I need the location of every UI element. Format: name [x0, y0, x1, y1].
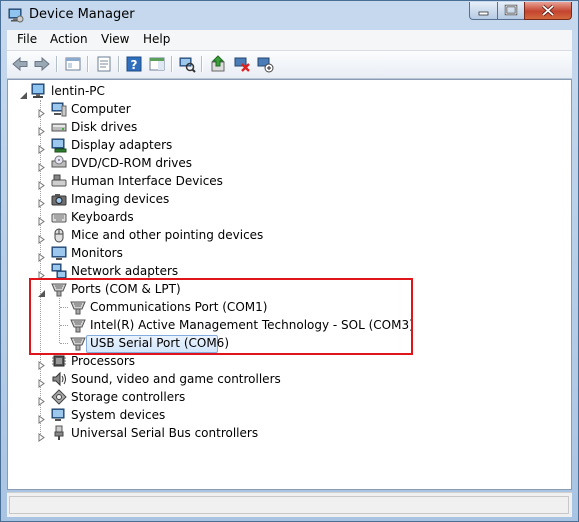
device-tree[interactable]: lentin-PC Computer Disk drives Display a…	[7, 79, 572, 490]
title-bar[interactable]: Device Manager	[1, 1, 578, 29]
monitor-icon	[51, 245, 67, 261]
expand-icon[interactable]	[37, 195, 46, 208]
status-bar	[7, 492, 572, 517]
device-manager-window: Device Manager File Action View Help ? l…	[0, 0, 579, 522]
expand-icon[interactable]	[37, 393, 46, 406]
expand-icon[interactable]	[37, 213, 46, 226]
tree-category-label: Sound, video and game controllers	[71, 372, 281, 386]
tree-category-label: Mice and other pointing devices	[71, 228, 264, 242]
expand-icon[interactable]	[37, 411, 46, 424]
tree-category-dvd[interactable]: DVD/CD-ROM drives	[8, 154, 568, 172]
tree-category-display-adapters[interactable]: Display adapters	[8, 136, 568, 154]
tree-category-label: Disk drives	[71, 120, 138, 134]
expand-icon[interactable]	[37, 141, 46, 154]
tree-category-label: Processors	[71, 354, 136, 368]
expand-icon[interactable]	[37, 177, 46, 190]
menu-view[interactable]: View	[101, 32, 129, 46]
minimize-button[interactable]	[469, 2, 498, 20]
tree-category-imaging[interactable]: Imaging devices	[8, 190, 568, 208]
tree-category-label: Monitors	[71, 246, 123, 260]
pc-icon	[30, 83, 46, 99]
tree-category-label: Human Interface Devices	[71, 174, 223, 188]
menu-bar: File Action View Help	[7, 30, 572, 51]
help-icon[interactable]: ?	[125, 55, 143, 73]
tree-category-hid[interactable]: Human Interface Devices	[8, 172, 568, 190]
tree-root[interactable]: lentin-PC	[8, 82, 568, 100]
menu-file[interactable]: File	[17, 32, 37, 46]
tree-category-monitors[interactable]: Monitors	[8, 244, 568, 262]
forward-icon[interactable]	[33, 55, 51, 73]
sound-icon	[51, 371, 67, 387]
tree-category-storage[interactable]: Storage controllers	[8, 388, 568, 406]
expand-icon[interactable]	[37, 429, 46, 442]
expand-icon[interactable]	[37, 267, 46, 280]
svg-text:?: ?	[131, 58, 138, 72]
tree-category-processors[interactable]: Processors	[8, 352, 568, 370]
scan-hardware-icon[interactable]	[178, 55, 196, 73]
expand-icon[interactable]	[37, 123, 46, 136]
expand-icon[interactable]	[37, 375, 46, 388]
back-icon[interactable]	[11, 55, 29, 73]
uninstall-icon[interactable]	[233, 55, 251, 73]
tree-category-label: Computer	[71, 102, 131, 116]
tree-category-system[interactable]: System devices	[8, 406, 568, 424]
red-annotation-box	[29, 278, 413, 355]
toolbar: ?	[7, 51, 572, 79]
tree-category-sound[interactable]: Sound, video and game controllers	[8, 370, 568, 388]
update-driver-icon[interactable]	[209, 55, 227, 73]
disable-icon[interactable]	[256, 55, 274, 73]
expand-icon[interactable]	[37, 357, 46, 370]
show-hide-tree-icon[interactable]	[64, 55, 82, 73]
tree-category-label: Keyboards	[71, 210, 134, 224]
status-panel	[9, 496, 569, 514]
network-icon	[51, 263, 67, 279]
storage-icon	[51, 389, 67, 405]
expand-icon[interactable]	[37, 159, 46, 172]
display-adapter-icon	[51, 137, 67, 153]
tree-category-label: Imaging devices	[71, 192, 170, 206]
camera-icon	[51, 191, 67, 207]
tree-category-usb[interactable]: Universal Serial Bus controllers	[8, 424, 568, 442]
tree-category-label: System devices	[71, 408, 166, 422]
device-manager-icon	[8, 7, 24, 23]
tree-category-keyboards[interactable]: Keyboards	[8, 208, 568, 226]
properties-icon[interactable]	[95, 55, 113, 73]
tree-category-disk-drives[interactable]: Disk drives	[8, 118, 568, 136]
action-pane-icon[interactable]	[148, 55, 166, 73]
tree-category-label: Storage controllers	[71, 390, 186, 404]
tree-category-label: Universal Serial Bus controllers	[71, 426, 259, 440]
tree-category-computer[interactable]: Computer	[8, 100, 568, 118]
disk-drive-icon	[51, 119, 67, 135]
usb-icon	[51, 425, 67, 441]
window-title: Device Manager	[29, 7, 135, 22]
keyboard-icon	[51, 209, 67, 225]
tree-category-mice[interactable]: Mice and other pointing devices	[8, 226, 568, 244]
processor-icon	[51, 353, 67, 369]
maximize-button[interactable]	[497, 2, 525, 20]
collapse-icon[interactable]	[19, 87, 28, 99]
mouse-icon	[51, 227, 67, 243]
system-icon	[51, 407, 67, 423]
computer-icon	[51, 101, 67, 117]
close-button[interactable]	[524, 2, 572, 20]
menu-action[interactable]: Action	[50, 32, 88, 46]
tree-category-label: Display adapters	[71, 138, 173, 152]
expand-icon[interactable]	[37, 231, 46, 244]
menu-help[interactable]: Help	[143, 32, 170, 46]
expand-icon[interactable]	[37, 249, 46, 262]
expand-icon[interactable]	[37, 105, 46, 118]
tree-category-label: DVD/CD-ROM drives	[71, 156, 193, 170]
dvd-icon	[51, 155, 67, 171]
hid-icon	[51, 173, 67, 189]
tree-root-label: lentin-PC	[51, 84, 105, 98]
